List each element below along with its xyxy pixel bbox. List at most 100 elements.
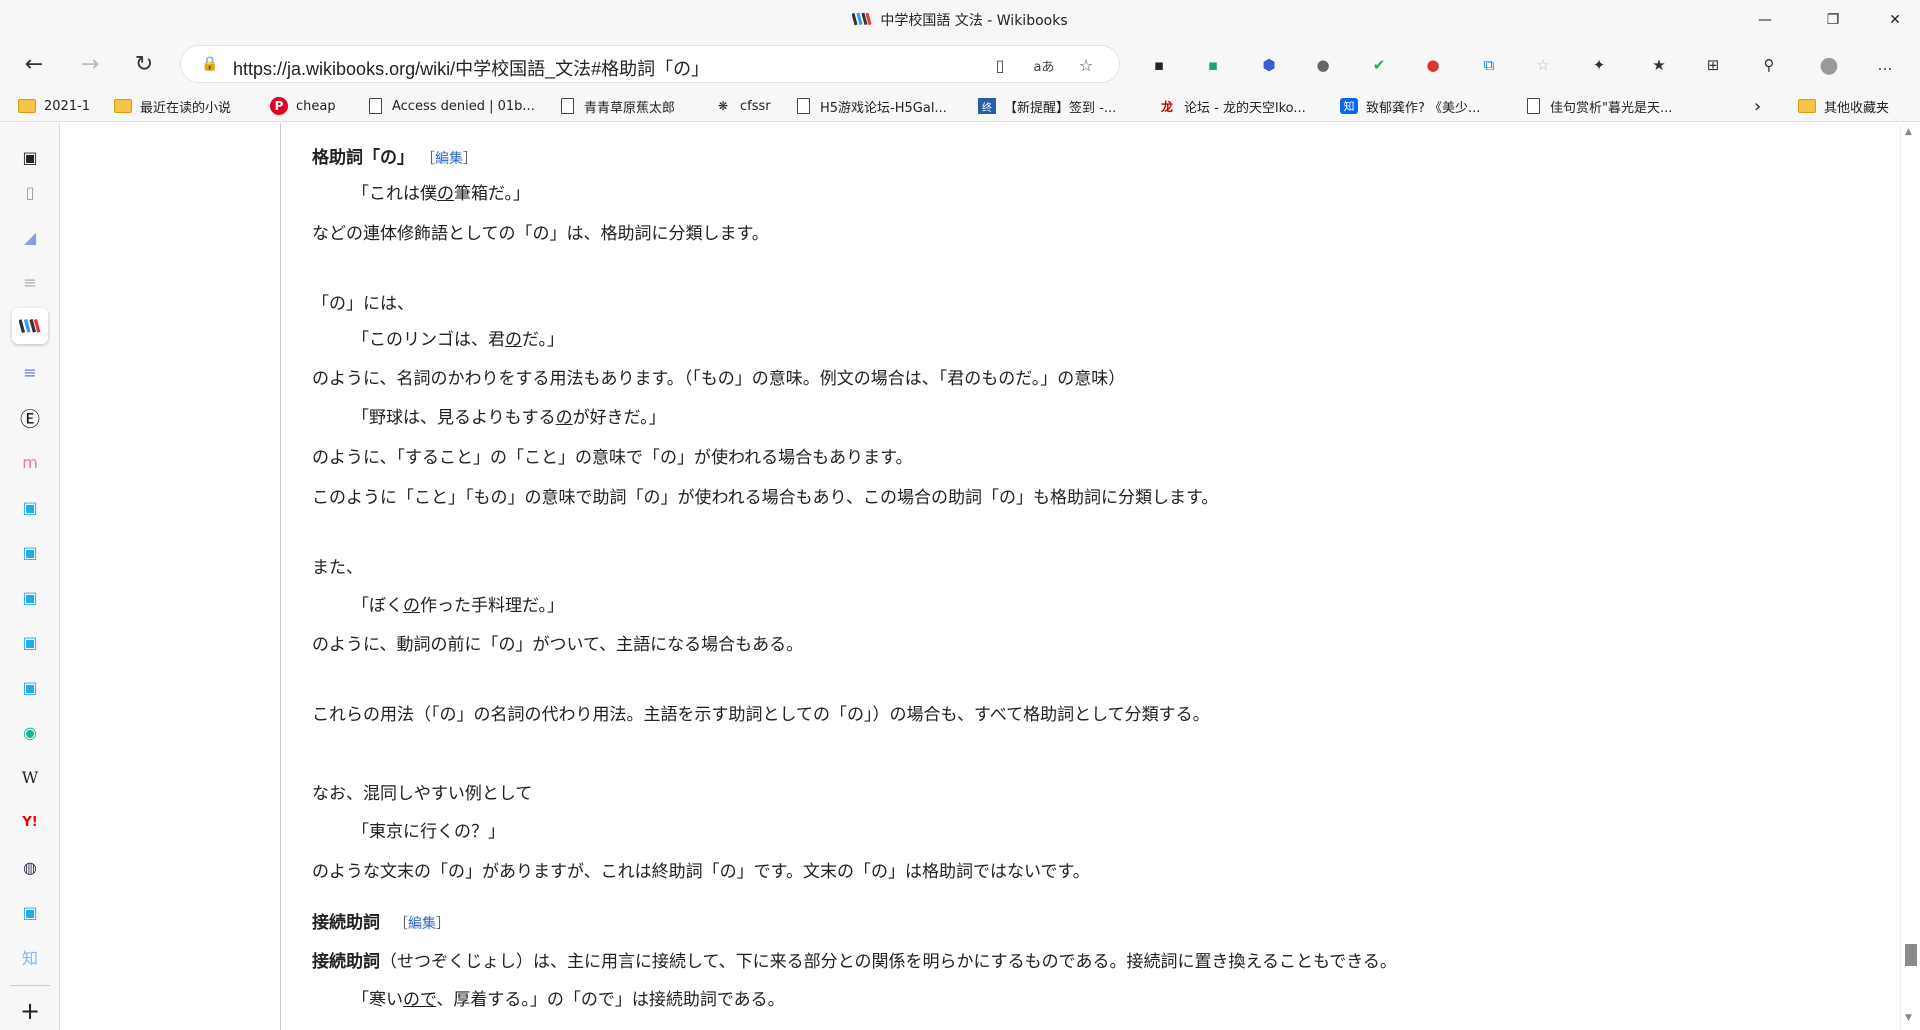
paragraph: のように、動詞の前に「の」がついて、主語になる場合もある。 [312,635,804,655]
bookmark-item[interactable]: 2021-1 [18,95,90,117]
tab-m-icon[interactable]: m [12,444,48,480]
bookmark-label: cheap [296,98,336,114]
tab-page-icon[interactable]: ▯ [12,174,48,210]
folder-icon [114,98,132,114]
underlined-particle: の [437,184,454,204]
tab-green-eye-icon[interactable]: ◉ [12,714,48,750]
performance-icon[interactable]: ⚲ [1756,52,1782,78]
extension-6-icon[interactable]: ● [1420,52,1446,78]
example-sentence: 「ぼくの作った手料理だ。」 [352,591,564,616]
edit-link[interactable]: 編集 [435,151,463,167]
collections-icon[interactable]: ⊞ [1700,52,1726,78]
bookmark-item[interactable]: 最近在读的小说 [114,95,231,117]
forward-button[interactable]: → [72,46,108,82]
bookmark-item[interactable]: 青青草原蕉太郎 [558,95,675,117]
extension-3-icon[interactable]: ⬢ [1256,52,1282,78]
edit-link[interactable]: 編集 [408,916,436,932]
page-icon [558,98,576,114]
pinterest-icon: P [270,97,288,115]
bookmark-label: 【新提醒】签到 -... [1004,100,1117,116]
tab-bilibili-icon[interactable]: ▣ [12,579,48,615]
back-button[interactable]: ← [16,46,52,82]
tab-wikibooks-active[interactable] [12,308,48,344]
restore-button[interactable]: ❐ [1810,0,1856,40]
bookmark-label: 最近在读的小说 [140,100,232,116]
bookmark-item[interactable]: Pcheap [270,95,336,117]
dragon-icon: 龙 [1160,99,1173,114]
url-text[interactable]: https://ja.wikibooks.org/wiki/中学校国語_文法#格… [233,55,709,81]
bookmark-item[interactable]: ❋ cfssr [714,95,771,117]
bookmark-label: 佳句赏析"暮光是天... [1550,100,1673,116]
scroll-down-icon[interactable]: ▼ [1905,1013,1912,1023]
paragraph: 「の」には、 [312,294,414,314]
bookmark-label: 论坛 - 龙的天空lko... [1184,100,1306,116]
tab-doc2-icon[interactable]: ≡ [12,354,48,390]
heading-text: 格助詞「の」 [312,148,414,168]
refresh-button[interactable]: ↻ [126,46,162,82]
tab-bilibili-icon[interactable]: ▣ [12,669,48,705]
vertical-tabs-sidebar: ▣ ▯ ◢ ≡ ≡ Ⓔ m ▣ ▣ ▣ ▣ ▣ ◉ W Y! ◍ ▣ 知 + [0,123,60,1030]
scrollbar-thumb[interactable] [1905,944,1917,966]
text: が好きだ。」 [572,408,666,428]
profile-avatar-icon[interactable]: ● [1816,52,1842,78]
extension-5-icon[interactable]: ✔ [1366,52,1392,78]
tab-circle-e-icon[interactable]: Ⓔ [12,399,48,435]
extensions-puzzle-icon[interactable]: ✦ [1586,52,1612,78]
edit-section: ［編集］ [428,151,477,167]
bookmark-item[interactable]: 知致郁龚作? 《美少... [1340,95,1480,117]
tab-zhihu-icon[interactable]: 知 [12,939,48,975]
tab-bilibili-icon[interactable]: ▣ [12,894,48,930]
edit-bracket: ［ [428,151,435,167]
edit-bracket: ］ [436,916,450,932]
minimize-button[interactable]: — [1742,0,1788,40]
new-tab-button[interactable]: + [12,993,48,1029]
favorites-icon[interactable]: ★ [1646,52,1672,78]
bookmark-item[interactable]: Access denied | 01b... [366,95,535,117]
address-bar[interactable]: 🔒 https://ja.wikibooks.org/wiki/中学校国語_文法… [180,45,1120,83]
paragraph: のように、「すること」の「こと」の意味で「の」が使われる場合もあります。 [312,448,913,468]
tab-bilibili-icon[interactable]: ▣ [12,534,48,570]
vertical-scrollbar[interactable]: ▲ ▼ [1900,123,1920,1030]
immersive-reader-icon[interactable]: ▯ [987,52,1013,78]
tab-chart-icon[interactable]: ◢ [12,219,48,255]
site-icon: 终 [978,98,996,114]
edit-section: ［編集］ [394,916,450,932]
bookmark-item[interactable]: 龙论坛 - 龙的天空lko... [1158,95,1306,117]
example-sentence: 「野球は、見るよりもするのが好きだ。」 [352,403,666,428]
lock-icon[interactable]: 🔒 [201,56,218,72]
more-menu-icon[interactable]: … [1872,52,1898,78]
tab-bilibili-icon[interactable]: ▣ [12,624,48,660]
bookmark-label: H5游戏论坛-H5Gal... [820,100,947,116]
underlined-particle: の [403,596,420,616]
window-title: 中学校国語 文法 - Wikibooks [880,13,1068,29]
bookmark-item[interactable]: H5游戏论坛-H5Gal... [794,95,947,117]
extension-8-icon[interactable]: ☆ [1530,52,1556,78]
text: 、厚着する。」の「ので」は接続助詞である。 [436,990,785,1010]
bookmark-item[interactable]: 其他收藏夹 [1798,95,1889,117]
page-icon [1524,98,1542,114]
extension-1-icon[interactable]: ▪ [1146,52,1172,78]
tab-doc-icon[interactable]: ≡ [12,264,48,300]
extension-2-icon[interactable]: ▪ [1200,52,1226,78]
bookmark-label: 青青草原蕉太郎 [584,100,676,116]
tab-wikipedia-icon[interactable]: W [12,759,48,795]
heading-text: 接続助詞 [312,913,380,933]
scroll-up-icon[interactable]: ▲ [1905,127,1912,137]
extension-4-icon[interactable]: ● [1310,52,1336,78]
close-window-button[interactable]: ✕ [1872,0,1918,40]
paragraph: これらの用法（「の」の名詞の代わり用法。主語を示す助詞としての「の」）の場合も、… [312,705,1210,725]
read-aloud-icon[interactable]: aあ [1031,52,1057,78]
add-favorite-icon[interactable]: ☆ [1073,52,1099,78]
more-bookmarks-button[interactable]: › [1754,95,1761,117]
extension-7-icon[interactable]: ⧉ [1476,52,1502,78]
tab-actions-icon[interactable]: ▣ [12,139,48,175]
text: 「このリンゴは、君 [352,330,505,350]
tab-bilibili-icon[interactable]: ▣ [12,489,48,525]
bookmark-item[interactable]: 终【新提醒】签到 -... [978,95,1116,117]
tab-yahoo-icon[interactable]: Y! [12,804,48,840]
bookmarks-bar: 2021-1 最近在读的小说 Pcheap Access denied | 01… [0,88,1920,122]
bookmark-item[interactable]: 佳句赏析"暮光是天... [1524,95,1672,117]
tab-avatar-icon[interactable]: ◍ [12,849,48,885]
sidebar-divider [10,985,50,986]
zhihu-icon: 知 [1340,98,1358,114]
